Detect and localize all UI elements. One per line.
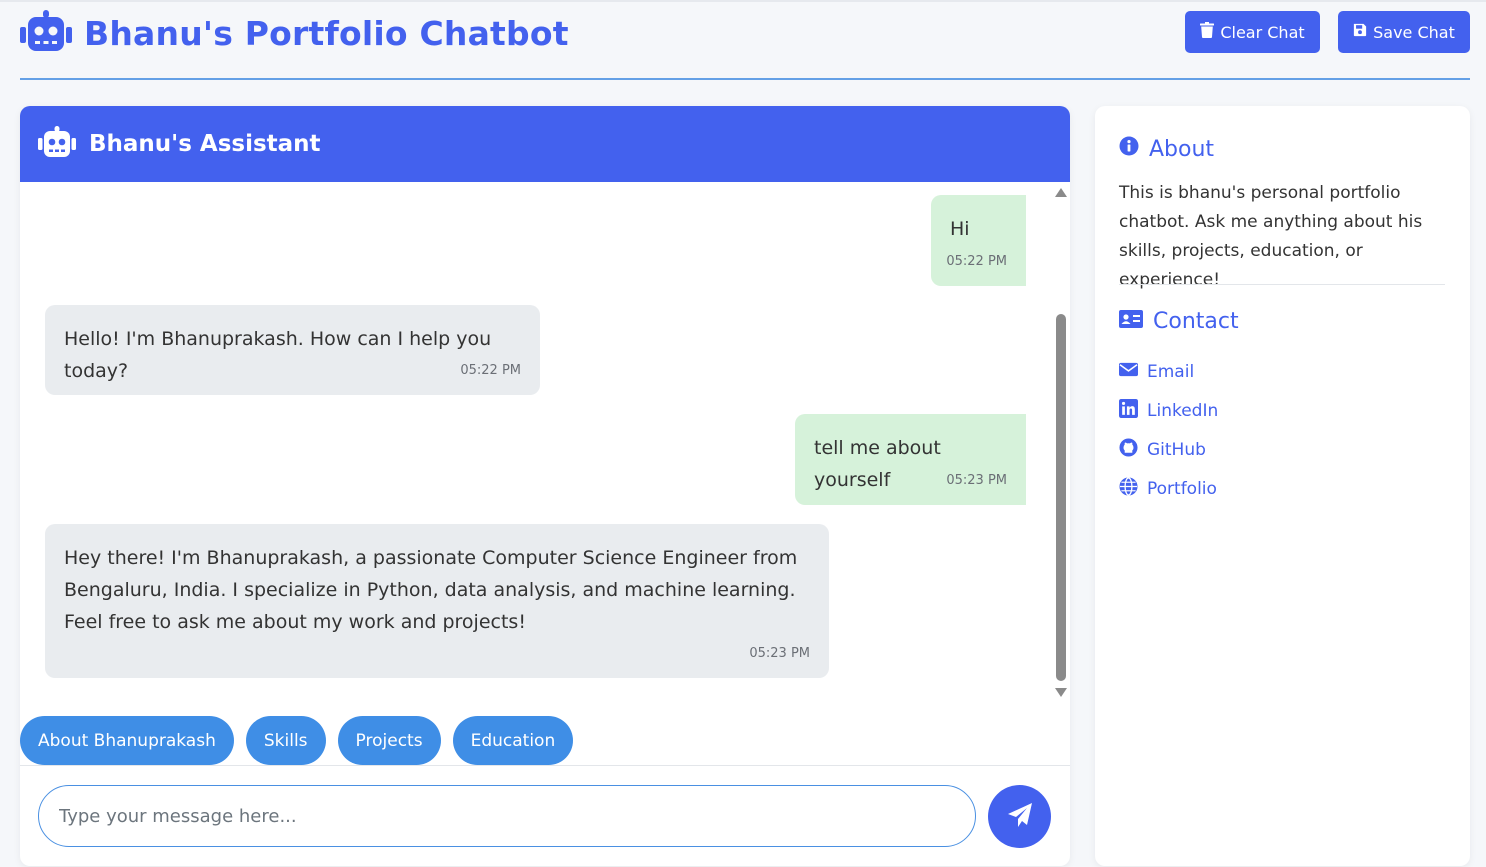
scroll-down-arrow-icon[interactable] (1055, 688, 1067, 697)
sidebar-divider (1119, 284, 1445, 285)
envelope-icon (1119, 360, 1138, 384)
scrollbar-thumb[interactable] (1056, 314, 1066, 681)
linkedin-icon (1119, 398, 1138, 423)
message-text: Hello! I'm Bhanuprakash. How can I help … (64, 328, 492, 382)
portfolio-link[interactable]: Portfolio (1119, 469, 1218, 508)
save-chat-button[interactable]: Save Chat (1338, 11, 1470, 53)
github-link[interactable]: GitHub (1119, 430, 1218, 469)
header-divider (20, 78, 1470, 80)
quick-reply-education[interactable]: Education (452, 716, 574, 765)
message-list[interactable]: Hi 05:22 PM Hello! I'm Bhanuprakash. How… (20, 182, 1070, 710)
chat-header-title: Bhanu's Assistant (89, 131, 321, 157)
chat-header: Bhanu's Assistant (20, 106, 1070, 182)
github-icon (1119, 437, 1138, 462)
message-text: Hi (950, 218, 970, 240)
message-scrollbar[interactable] (1055, 186, 1067, 706)
quick-reply-skills[interactable]: Skills (245, 716, 326, 765)
user-message: tell me about yourself 05:23 PM (795, 414, 1026, 505)
contact-heading: Contact (1119, 309, 1239, 334)
message-time: 05:23 PM (946, 473, 1007, 488)
message-time: 05:22 PM (460, 363, 521, 378)
message-input[interactable] (38, 785, 976, 847)
bot-message: Hey there! I'm Bhanuprakash, a passionat… (45, 524, 829, 678)
globe-icon (1119, 476, 1138, 501)
about-heading: About (1119, 136, 1214, 162)
brand: Bhanu's Portfolio Chatbot (20, 10, 569, 56)
robot-icon (20, 10, 72, 56)
save-chat-label: Save Chat (1373, 22, 1455, 42)
top-border (0, 0, 1486, 2)
chat-panel: Bhanu's Assistant Hi 05:22 PM Hello! I'm… (20, 106, 1070, 866)
message-composer (20, 765, 1070, 866)
contact-links: Email LinkedIn GitHub Portfolio (1119, 352, 1218, 508)
scroll-up-arrow-icon[interactable] (1055, 188, 1067, 197)
clear-chat-label: Clear Chat (1220, 22, 1305, 42)
info-circle-icon (1119, 136, 1139, 162)
message-time: 05:23 PM (749, 646, 810, 661)
bot-message: Hello! I'm Bhanuprakash. How can I help … (45, 305, 540, 395)
contact-title: Contact (1153, 309, 1239, 334)
linkedin-link[interactable]: LinkedIn (1119, 391, 1218, 430)
linkedin-label: LinkedIn (1147, 400, 1219, 421)
portfolio-label: Portfolio (1147, 478, 1217, 499)
send-button[interactable] (988, 785, 1051, 848)
email-link[interactable]: Email (1119, 352, 1218, 391)
sidebar: About This is bhanu's personal portfolio… (1095, 106, 1470, 866)
robot-icon (38, 126, 76, 162)
user-message: Hi 05:22 PM (931, 195, 1026, 286)
about-description: This is bhanu's personal portfolio chatb… (1119, 183, 1423, 290)
quick-reply-about[interactable]: About Bhanuprakash (20, 716, 234, 765)
message-time: 05:22 PM (946, 254, 1007, 269)
email-label: Email (1147, 361, 1195, 382)
clear-chat-button[interactable]: Clear Chat (1185, 11, 1320, 53)
app-header: Bhanu's Portfolio Chatbot Clear Chat Sav… (20, 10, 1470, 56)
id-card-icon (1119, 309, 1143, 334)
about-title: About (1149, 136, 1215, 162)
trash-icon (1200, 22, 1215, 42)
message-text: Hey there! I'm Bhanuprakash, a passionat… (64, 547, 798, 633)
floppy-disk-icon (1353, 22, 1367, 42)
paper-plane-icon (1007, 802, 1033, 831)
quick-reply-projects[interactable]: Projects (337, 716, 441, 765)
quick-replies: About Bhanuprakash Skills Projects Educa… (20, 716, 574, 765)
page-title: Bhanu's Portfolio Chatbot (84, 13, 569, 53)
github-label: GitHub (1147, 439, 1206, 460)
